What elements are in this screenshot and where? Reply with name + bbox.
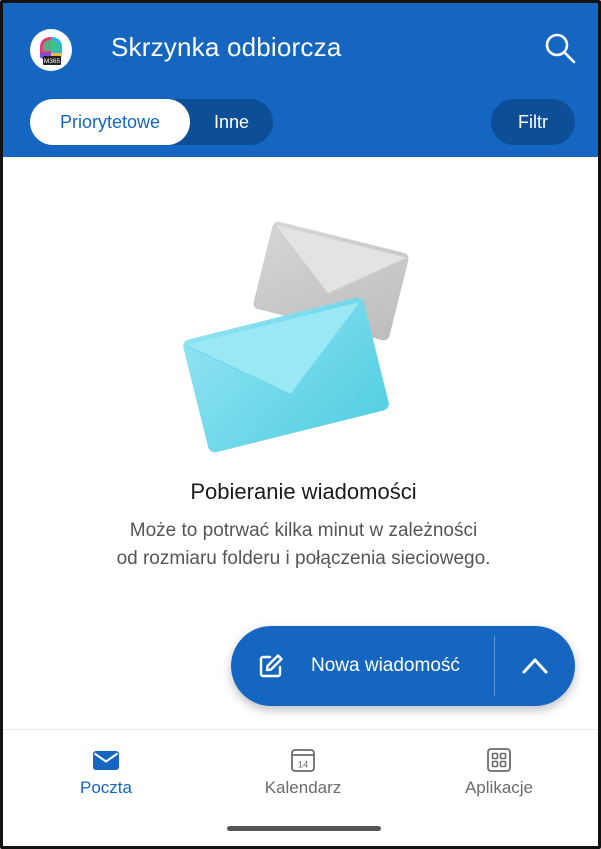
bottom-navigation: Poczta 14 Kalendarz Aplikacje bbox=[3, 729, 598, 846]
avatar-badge-text: M365 bbox=[44, 58, 61, 65]
chevron-up-icon bbox=[522, 658, 548, 674]
empty-state-description-line1: Może to potrwać kilka minut w zależności bbox=[129, 520, 478, 541]
empty-state-description-line2: od rozmiaru folderu i połączenia sieciow… bbox=[116, 548, 491, 569]
calendar-day-number: 14 bbox=[298, 760, 309, 771]
expand-compose-button[interactable] bbox=[495, 626, 575, 706]
new-message-label: Nowa wiadomość bbox=[311, 655, 460, 676]
envelopes-icon bbox=[183, 221, 409, 453]
nav-item-aplikacje[interactable]: Aplikacje bbox=[429, 730, 569, 810]
tab-priorytetowe[interactable]: Priorytetowe bbox=[30, 99, 190, 145]
home-indicator[interactable] bbox=[227, 826, 381, 831]
new-message-button[interactable]: Nowa wiadomość bbox=[231, 626, 495, 706]
page-title: Skrzynka odbiorcza bbox=[111, 32, 342, 62]
mail-icon bbox=[93, 751, 119, 770]
app-screen: M365 Skrzynka odbiorcza Priorytetowe Inn… bbox=[0, 0, 601, 849]
empty-state-description: Może to potrwać kilka minut w zależności… bbox=[63, 517, 544, 573]
calendar-icon: 14 bbox=[291, 749, 315, 772]
apps-icon bbox=[487, 748, 511, 772]
nav-label-poczta: Poczta bbox=[80, 778, 132, 797]
nav-label-aplikacje: Aplikacje bbox=[464, 778, 534, 797]
empty-state-title: Pobieranie wiadomości bbox=[190, 479, 417, 504]
compose-icon bbox=[259, 654, 283, 678]
nav-item-poczta[interactable]: Poczta bbox=[36, 730, 176, 810]
nav-item-kalendarz[interactable]: 14 Kalendarz bbox=[233, 730, 373, 810]
nav-label-kalendarz: Kalendarz bbox=[264, 778, 342, 797]
new-message-fab: Nowa wiadomość bbox=[231, 626, 575, 706]
app-header: M365 Skrzynka odbiorcza Priorytetowe Inn… bbox=[3, 3, 598, 157]
search-icon[interactable] bbox=[543, 31, 577, 65]
tab-inne[interactable]: Inne bbox=[190, 99, 273, 145]
account-avatar[interactable]: M365 bbox=[30, 29, 72, 71]
m365-logo-icon: M365 bbox=[40, 37, 62, 65]
filter-button[interactable]: Filtr bbox=[491, 99, 575, 145]
inbox-tabs: Priorytetowe Inne bbox=[30, 99, 273, 145]
